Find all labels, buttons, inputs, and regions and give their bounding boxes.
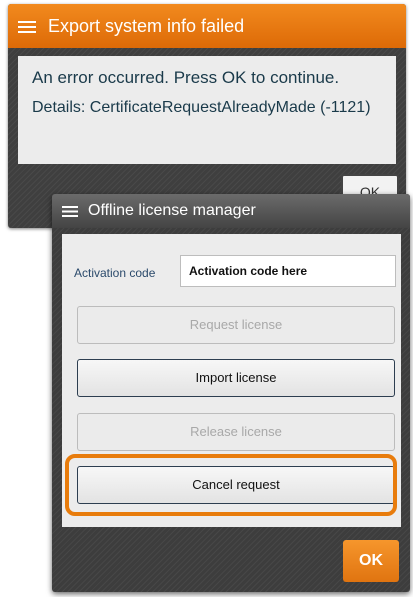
error-dialog-title: Export system info failed <box>48 16 245 36</box>
license-dialog-titlebar: Offline license manager <box>52 194 410 228</box>
activation-code-label: Activation code <box>74 266 156 280</box>
import-license-button[interactable]: Import license <box>77 359 395 397</box>
menu-icon[interactable] <box>62 206 78 217</box>
ok-button[interactable]: OK <box>343 540 399 582</box>
license-dialog-body: Activation code Request license Import l… <box>62 234 401 527</box>
request-license-button[interactable]: Request license <box>77 306 395 344</box>
license-dialog: Offline license manager Activation code … <box>52 194 410 592</box>
cancel-request-button[interactable]: Cancel request <box>77 466 395 504</box>
error-dialog-titlebar: Export system info failed <box>8 4 406 48</box>
menu-icon[interactable] <box>18 21 36 33</box>
error-details: Details: CertificateRequestAlreadyMade (… <box>32 99 371 116</box>
error-message: An error occurred. Press OK to continue. <box>32 68 340 87</box>
activation-code-input[interactable] <box>180 255 396 287</box>
release-license-button[interactable]: Release license <box>77 413 395 451</box>
error-dialog-body: An error occurred. Press OK to continue.… <box>18 56 396 164</box>
license-dialog-title: Offline license manager <box>88 202 256 219</box>
